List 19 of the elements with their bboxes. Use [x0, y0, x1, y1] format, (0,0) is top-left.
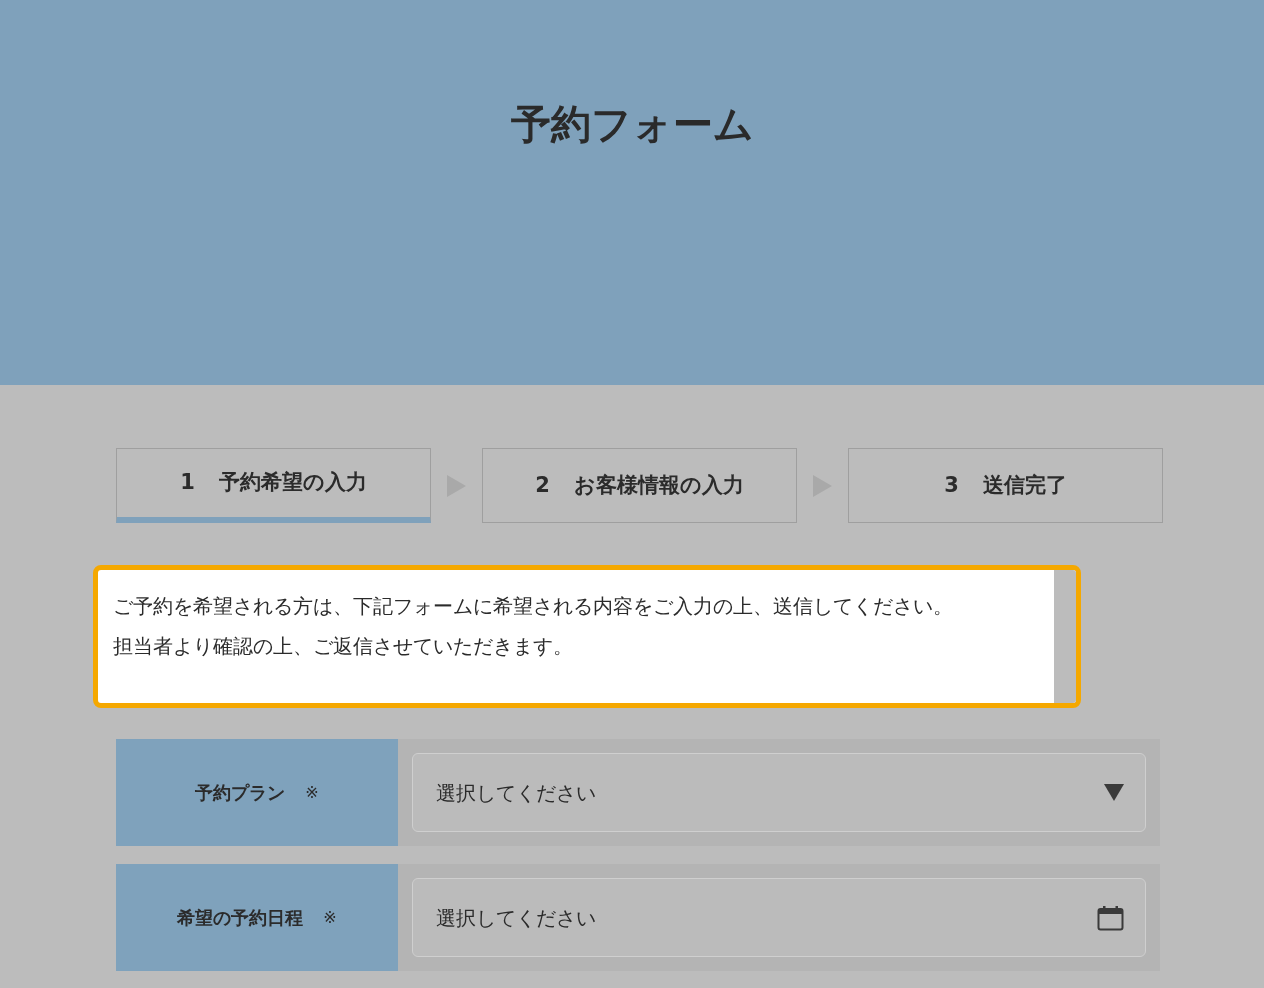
page-title: 予約フォーム: [510, 100, 754, 149]
field-placeholder: 選択してください: [436, 904, 596, 932]
field-placeholder: 選択してください: [436, 779, 596, 807]
notice-text: ご予約を希望される方は、下記フォームに希望される内容をご入力の上、送信してください。: [113, 593, 953, 620]
step-number: 3: [944, 471, 959, 499]
date-field[interactable]: 選択してください: [412, 878, 1146, 957]
step-label: 送信完了: [982, 471, 1067, 499]
caret-icon: [1104, 784, 1124, 801]
step-label: お客様情報の入力: [573, 471, 744, 499]
step-number: 2: [535, 471, 550, 499]
select-field[interactable]: 選択してください: [412, 753, 1146, 832]
calendar-icon: [1097, 904, 1124, 931]
required-mark: ※: [323, 906, 337, 929]
step-label: 予約希望の入力: [218, 469, 367, 497]
field-label: 予約プラン: [195, 781, 286, 805]
notice-text: 担当者より確認の上、ご返信させていただきます。: [113, 633, 573, 660]
field-label: 希望の予約日程: [177, 906, 304, 930]
step-number: 1: [180, 469, 195, 497]
required-mark: ※: [305, 781, 319, 804]
